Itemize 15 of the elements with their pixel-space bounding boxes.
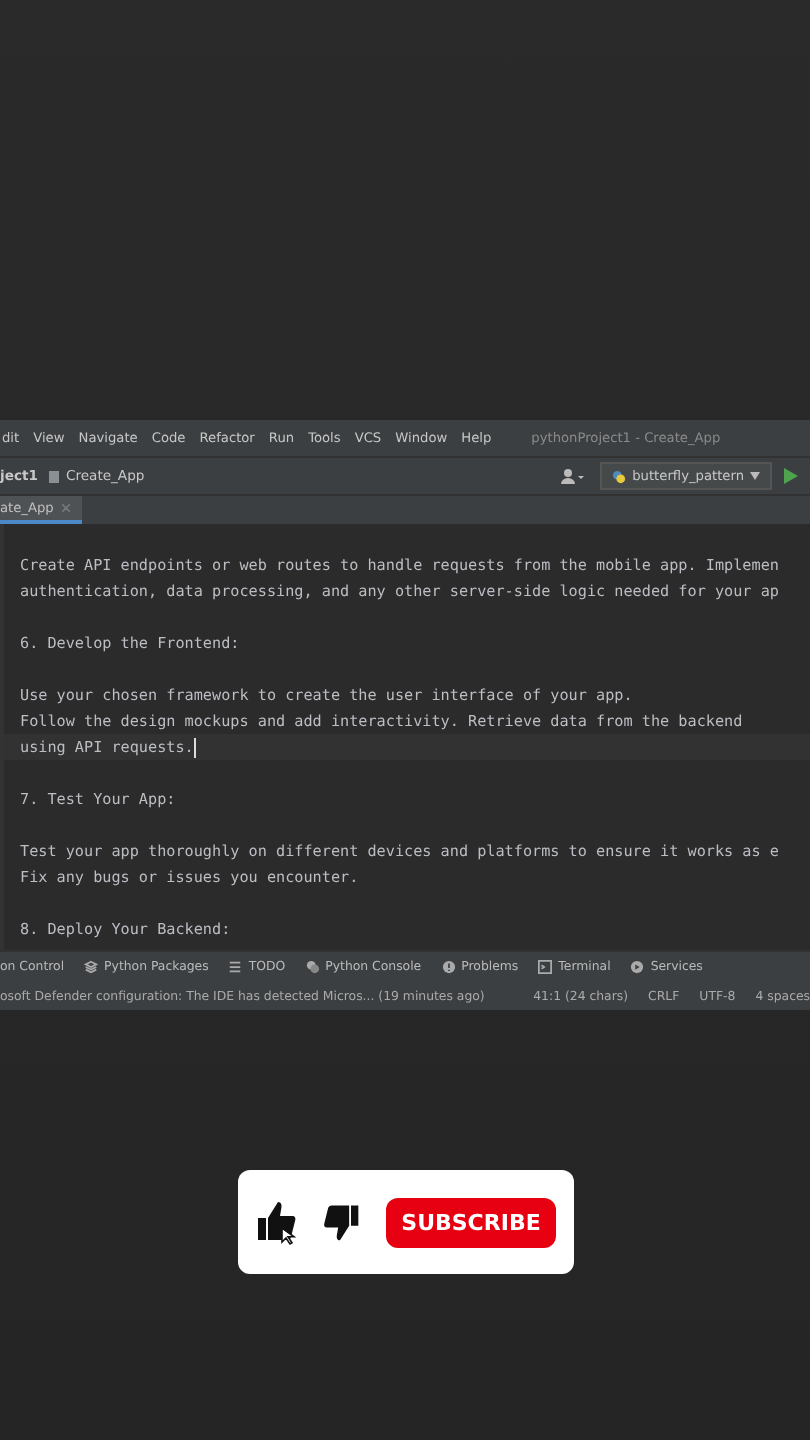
python-icon [612,469,627,483]
run-icon[interactable] [784,468,798,484]
file-icon [47,469,60,483]
user-icon[interactable] [560,468,585,484]
play-icon [630,960,645,974]
stack-icon [84,960,99,974]
text-caret [193,737,196,757]
python-icon [305,960,320,974]
caret-icon [750,472,760,480]
list-icon [228,960,243,974]
subscribe-button[interactable]: SUBSCRIBE [385,1197,557,1247]
code-editor[interactable] [0,524,810,950]
terminal-icon [538,960,553,974]
thumbs-up-icon[interactable] [253,1198,302,1246]
warning-icon [441,960,456,974]
